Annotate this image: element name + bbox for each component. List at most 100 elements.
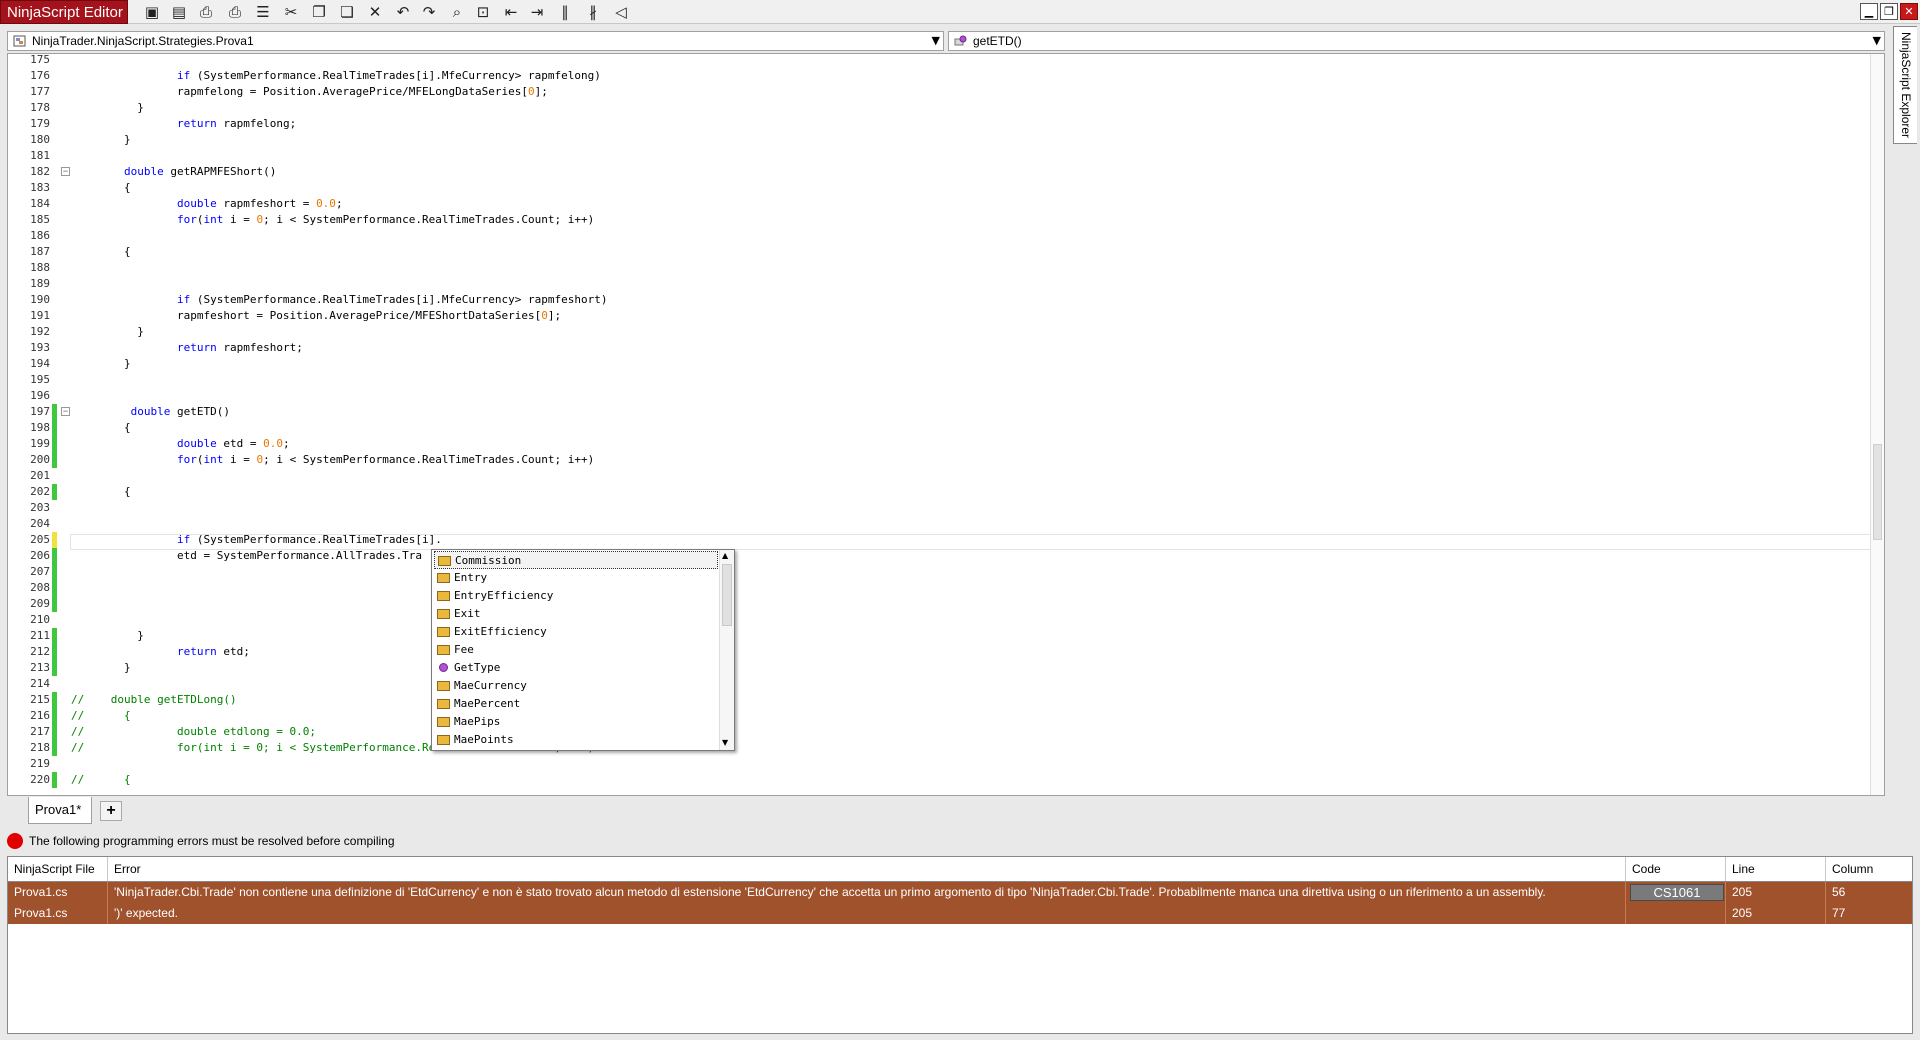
autocomplete-item[interactable]: MaePips bbox=[434, 713, 718, 731]
delete-icon[interactable]: ✕ bbox=[364, 2, 386, 22]
autocomplete-item[interactable]: MaePoints bbox=[434, 731, 718, 749]
code-line[interactable]: { bbox=[71, 180, 131, 196]
line-number: 193 bbox=[30, 341, 50, 354]
autocomplete-item[interactable]: GetType bbox=[434, 659, 718, 677]
code-line[interactable]: } bbox=[71, 660, 131, 676]
code-line[interactable]: double getETD() bbox=[71, 404, 230, 420]
insert-code-icon[interactable]: ⊡ bbox=[472, 2, 494, 22]
property-icon bbox=[438, 556, 451, 566]
method-icon bbox=[954, 35, 967, 46]
line-number: 216 bbox=[30, 709, 50, 722]
code-line[interactable]: if (SystemPerformance.RealTimeTrades[i].… bbox=[71, 292, 607, 308]
code-line[interactable]: if (SystemPerformance.RealTimeTrades[i]. bbox=[71, 532, 442, 548]
find-icon[interactable]: ⌕ bbox=[446, 2, 468, 22]
error-line-cell: 205 bbox=[1726, 903, 1826, 924]
autocomplete-item[interactable]: MaeCurrency bbox=[434, 677, 718, 695]
collapse-icon[interactable]: − bbox=[61, 167, 70, 176]
table-row[interactable]: Prova1.cs ')' expected. 205 77 bbox=[8, 903, 1912, 924]
line-number: 176 bbox=[30, 69, 50, 82]
line-number: 200 bbox=[30, 453, 50, 466]
autocomplete-item[interactable]: Fee bbox=[434, 641, 718, 659]
autocomplete-item[interactable]: Commission bbox=[434, 551, 718, 569]
code-line[interactable]: // { bbox=[71, 772, 131, 788]
paste-icon[interactable]: ❏ bbox=[336, 2, 358, 22]
column-header-code[interactable]: Code bbox=[1626, 857, 1726, 881]
indent-icon[interactable]: ⇥ bbox=[526, 2, 548, 22]
code-line[interactable]: for(int i = 0; i < SystemPerformance.Rea… bbox=[71, 212, 594, 228]
code-line[interactable]: } bbox=[71, 100, 144, 116]
column-header-line[interactable]: Line bbox=[1726, 857, 1826, 881]
property-icon bbox=[437, 609, 450, 619]
code-line[interactable]: double getRAPMFEShort() bbox=[71, 164, 276, 180]
editor-vertical-scrollbar[interactable] bbox=[1870, 54, 1884, 795]
line-number: 197 bbox=[30, 405, 50, 418]
line-number: 208 bbox=[30, 581, 50, 594]
line-number-gutter: 175 176 177 178 179 180 181 182 183 184 185 186 187 1… bbox=[8, 54, 50, 795]
collapse-icon[interactable]: − bbox=[61, 407, 70, 416]
code-editor[interactable]: 175 176 177 178 179 180 181 182 183 184 185 186 187 1… bbox=[7, 53, 1885, 796]
line-number: 196 bbox=[30, 389, 50, 402]
save-as-icon[interactable]: ▤ bbox=[168, 2, 190, 22]
code-line[interactable]: // { bbox=[71, 708, 131, 724]
outdent-icon[interactable]: ⇤ bbox=[500, 2, 522, 22]
autocomplete-popup[interactable]: Commission Entry EntryEfficiency Exit ExitEf… bbox=[431, 549, 735, 751]
code-line[interactable]: } bbox=[71, 132, 131, 148]
visual-studio-icon[interactable]: ◁ bbox=[610, 2, 632, 22]
member-dropdown[interactable]: getETD() ▼ bbox=[948, 31, 1885, 51]
code-line[interactable]: { bbox=[71, 484, 131, 500]
scroll-down-icon[interactable]: ▼ bbox=[722, 738, 728, 747]
autocomplete-item[interactable]: EntryEfficiency bbox=[434, 587, 718, 605]
line-number: 210 bbox=[30, 613, 50, 626]
autocomplete-item[interactable]: ExitEfficiency bbox=[434, 623, 718, 641]
autocomplete-scroll-thumb[interactable] bbox=[722, 564, 732, 626]
code-line[interactable]: rapmfeshort = Position.AveragePrice/MFES… bbox=[71, 308, 561, 324]
code-line[interactable]: // double getETDLong() bbox=[71, 692, 237, 708]
properties-icon[interactable]: ☰ bbox=[252, 2, 274, 22]
code-line[interactable]: etd = SystemPerformance.AllTrades.Tra bbox=[71, 548, 422, 564]
code-line[interactable]: double etd = 0.0; bbox=[71, 436, 290, 452]
table-row[interactable]: Prova1.cs 'NinjaTrader.Cbi.Trade' non co… bbox=[8, 882, 1912, 903]
column-header-file[interactable]: NinjaScript File bbox=[8, 857, 108, 881]
close-button[interactable]: ✕ bbox=[1900, 3, 1918, 20]
print-icon[interactable]: ⎙ bbox=[195, 2, 217, 22]
column-header-column[interactable]: Column bbox=[1826, 857, 1912, 881]
add-tab-button[interactable]: + bbox=[100, 801, 122, 821]
code-line[interactable]: } bbox=[71, 324, 144, 340]
change-marker bbox=[52, 644, 57, 660]
cut-icon[interactable]: ✂ bbox=[280, 2, 302, 22]
ninjascript-explorer-tab[interactable]: NinjaScript Explorer bbox=[1893, 26, 1917, 144]
scrollbar-thumb[interactable] bbox=[1873, 444, 1882, 540]
comment-icon[interactable]: ∥ bbox=[554, 2, 576, 22]
code-line[interactable]: { bbox=[71, 420, 131, 436]
column-header-error[interactable]: Error bbox=[108, 857, 1626, 881]
code-line[interactable]: return etd; bbox=[71, 644, 250, 660]
error-code-badge[interactable]: CS1061 bbox=[1630, 884, 1724, 901]
minimize-button[interactable]: ▁ bbox=[1860, 3, 1878, 20]
code-line[interactable]: rapmfelong = Position.AveragePrice/MFELo… bbox=[71, 84, 548, 100]
code-line[interactable]: for(int i = 0; i < SystemPerformance.Rea… bbox=[71, 452, 594, 468]
tab-prova1[interactable]: Prova1* bbox=[28, 797, 92, 824]
undo-icon[interactable]: ↶ bbox=[392, 2, 414, 22]
autocomplete-item[interactable]: Exit bbox=[434, 605, 718, 623]
scroll-up-icon[interactable]: ▲ bbox=[722, 551, 728, 560]
code-line[interactable]: return rapmfeshort; bbox=[71, 340, 303, 356]
code-line[interactable]: if (SystemPerformance.RealTimeTrades[i].… bbox=[71, 68, 601, 84]
code-line[interactable]: } bbox=[71, 356, 131, 372]
redo-icon[interactable]: ↷ bbox=[418, 2, 440, 22]
autocomplete-item[interactable]: Entry bbox=[434, 569, 718, 587]
code-line[interactable]: // double etdlong = 0.0; bbox=[71, 724, 316, 740]
code-line[interactable]: } bbox=[71, 628, 144, 644]
code-line[interactable]: return rapmfelong; bbox=[71, 116, 296, 132]
code-line[interactable]: { bbox=[71, 244, 131, 260]
line-number: 187 bbox=[30, 245, 50, 258]
autocomplete-item[interactable]: MaePercent bbox=[434, 695, 718, 713]
autocomplete-scrollbar[interactable]: ▲ ▼ bbox=[719, 550, 734, 750]
save-icon[interactable]: ▣ bbox=[141, 2, 163, 22]
uncomment-icon[interactable]: ∦ bbox=[582, 2, 604, 22]
code-line[interactable]: double rapmfeshort = 0.0; bbox=[71, 196, 343, 212]
class-dropdown[interactable]: NinjaTrader.NinjaScript.Strategies.Prova… bbox=[7, 31, 944, 51]
autocomplete-item-label: MaePips bbox=[454, 715, 501, 728]
restore-button[interactable]: ❐ bbox=[1880, 3, 1898, 20]
copy-icon[interactable]: ❐ bbox=[308, 2, 330, 22]
print-preview-icon[interactable]: ⎙ bbox=[224, 2, 246, 22]
